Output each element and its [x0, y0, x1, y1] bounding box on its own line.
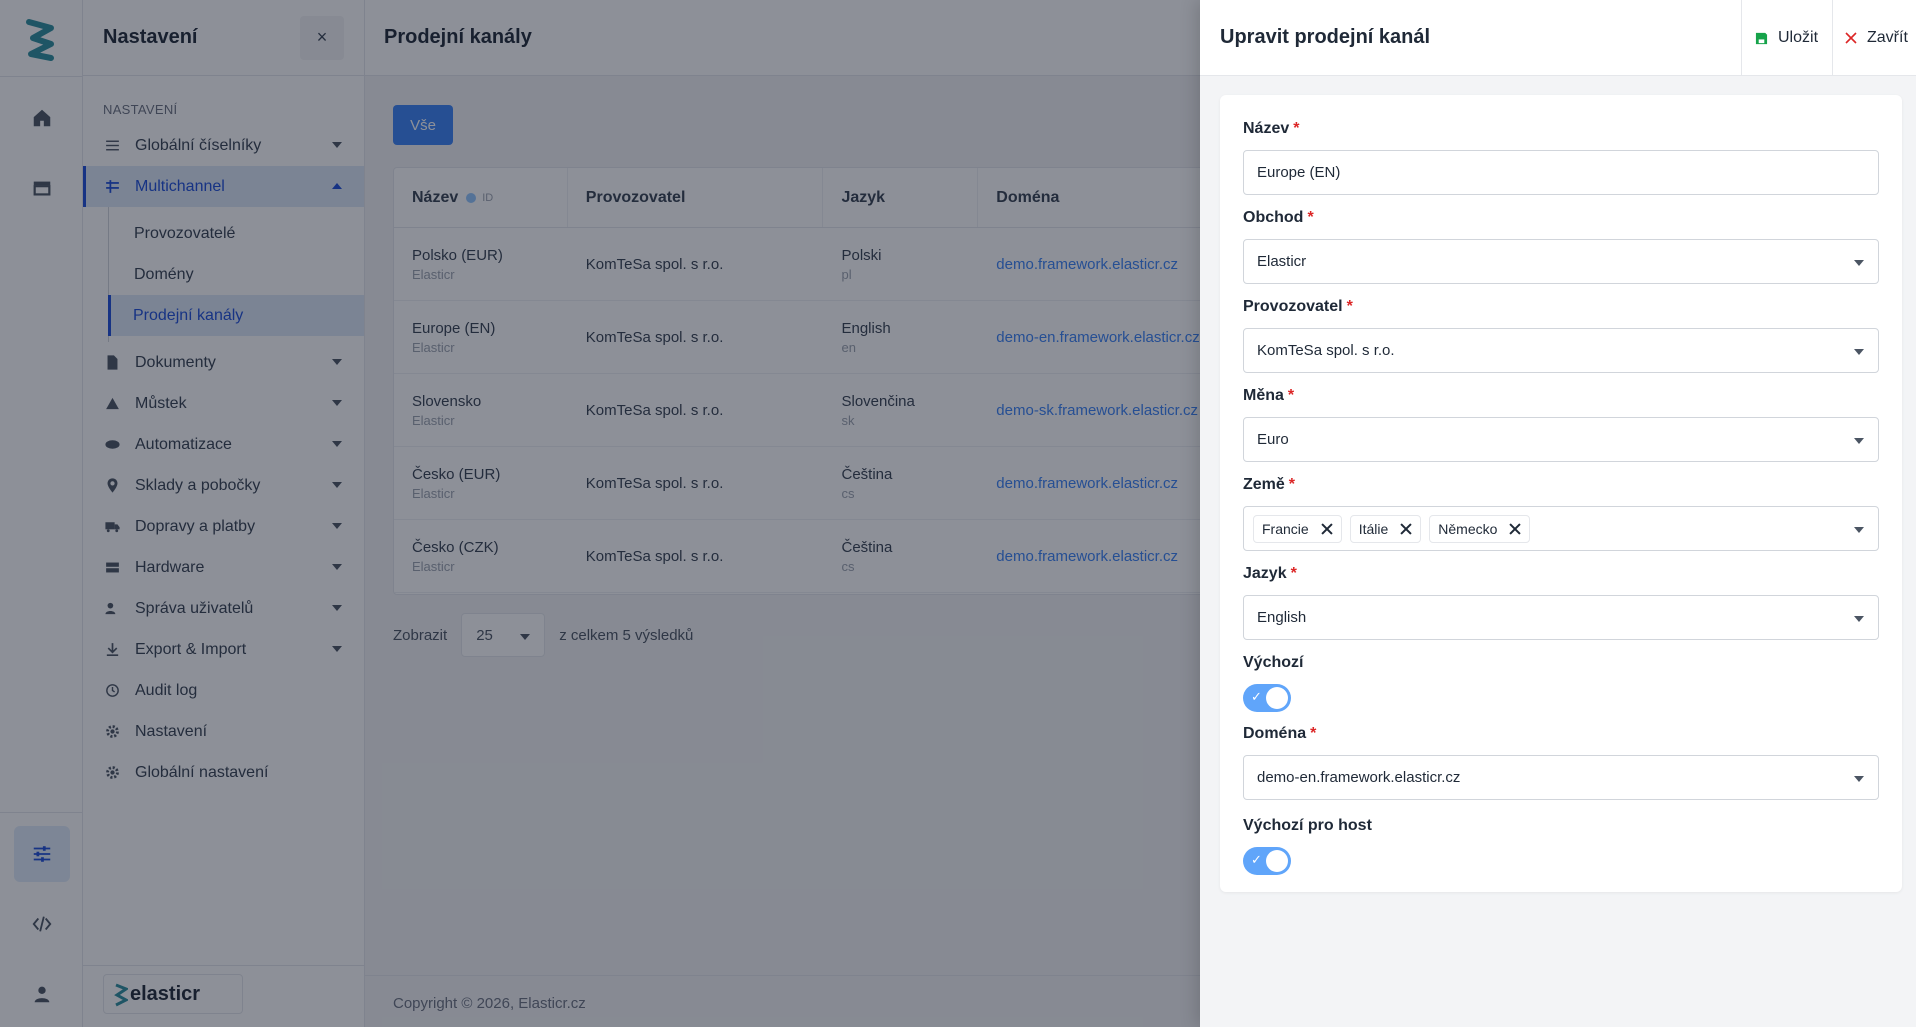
field-label: Obchod *: [1243, 209, 1314, 226]
close-button[interactable]: Zavřít: [1832, 0, 1916, 76]
field-default: Výchozí ✓: [1243, 654, 1879, 712]
field-label: Země *: [1243, 476, 1296, 493]
countries-multiselect[interactable]: Francie Itálie Německo: [1243, 506, 1879, 551]
remove-tag-icon[interactable]: [1509, 523, 1521, 535]
field-label: Doména *: [1243, 725, 1317, 742]
field-name: Název * Europe (EN): [1243, 120, 1879, 195]
save-button[interactable]: Uložit: [1741, 0, 1832, 76]
language-select[interactable]: English: [1243, 595, 1879, 640]
drawer-title: Upravit prodejní kanál: [1220, 26, 1431, 48]
field-label: Výchozí pro host: [1243, 817, 1372, 834]
country-tag: Itálie: [1349, 514, 1422, 543]
field-label: Název *: [1243, 120, 1300, 137]
field-shop: Obchod * Elasticr: [1243, 209, 1879, 284]
field-label: Jazyk *: [1243, 565, 1297, 582]
operator-select[interactable]: KomTeSa spol. s r.o.: [1243, 328, 1879, 373]
check-icon: ✓: [1251, 689, 1262, 704]
currency-select[interactable]: Euro: [1243, 417, 1879, 462]
country-tag: Německo: [1429, 514, 1531, 543]
remove-tag-icon[interactable]: [1400, 523, 1412, 535]
field-countries: Země * Francie Itálie Německo: [1243, 476, 1879, 551]
field-language: Jazyk * English: [1243, 565, 1879, 640]
remove-tag-icon[interactable]: [1321, 523, 1333, 535]
edit-sales-channel-drawer: Upravit prodejní kanál Uložit Zavřít Náz…: [1200, 0, 1916, 1027]
field-label: Výchozí: [1243, 654, 1304, 671]
close-icon: [1845, 32, 1857, 44]
shop-select[interactable]: Elasticr: [1243, 239, 1879, 284]
default-toggle[interactable]: ✓: [1243, 684, 1291, 712]
field-label: Provozovatel *: [1243, 298, 1353, 315]
field-operator: Provozovatel * KomTeSa spol. s r.o.: [1243, 298, 1879, 373]
save-icon: [1755, 32, 1768, 45]
field-currency: Měna * Euro: [1243, 387, 1879, 462]
field-domain: Doména * demo-en.framework.elasticr.cz: [1243, 725, 1879, 800]
edit-form: Název * Europe (EN) Obchod * Elasticr Prov…: [1220, 95, 1902, 892]
country-tag: Francie: [1253, 514, 1342, 543]
field-default-host: Výchozí pro host ✓: [1243, 817, 1879, 875]
drawer-header: Upravit prodejní kanál Uložit Zavřít: [1200, 0, 1916, 76]
field-label: Měna *: [1243, 387, 1295, 404]
default-host-toggle[interactable]: ✓: [1243, 847, 1291, 875]
check-icon: ✓: [1251, 852, 1262, 867]
domain-select[interactable]: demo-en.framework.elasticr.cz: [1243, 755, 1879, 800]
name-input[interactable]: Europe (EN): [1243, 150, 1879, 195]
